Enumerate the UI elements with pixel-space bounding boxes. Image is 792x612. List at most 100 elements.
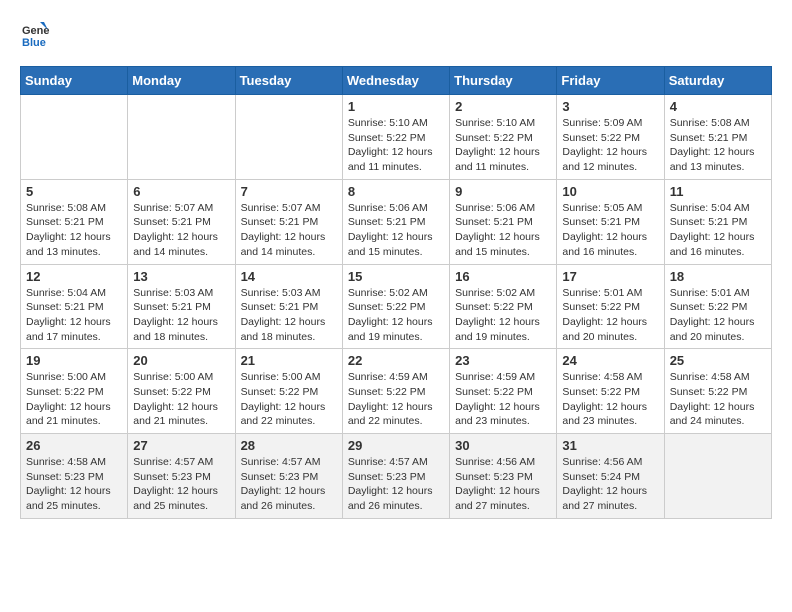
calendar-week-row: 26Sunrise: 4:58 AMSunset: 5:23 PMDayligh… [21, 434, 772, 519]
calendar-cell: 24Sunrise: 4:58 AMSunset: 5:22 PMDayligh… [557, 349, 664, 434]
day-info-line: Daylight: 12 hours [241, 230, 337, 245]
day-info-line: Daylight: 12 hours [455, 145, 551, 160]
day-number: 25 [670, 353, 766, 368]
day-info: Sunrise: 5:04 AMSunset: 5:21 PMDaylight:… [26, 286, 122, 345]
day-info-line: Daylight: 12 hours [26, 315, 122, 330]
day-number: 17 [562, 269, 658, 284]
day-info-line: and 27 minutes. [562, 499, 658, 514]
day-info-line: Daylight: 12 hours [455, 400, 551, 415]
day-info-line: and 13 minutes. [26, 245, 122, 260]
day-info-line: Sunset: 5:23 PM [455, 470, 551, 485]
weekday-wednesday: Wednesday [342, 67, 449, 95]
day-info-line: Sunrise: 5:00 AM [26, 370, 122, 385]
day-info: Sunrise: 5:08 AMSunset: 5:21 PMDaylight:… [670, 116, 766, 175]
day-info: Sunrise: 4:57 AMSunset: 5:23 PMDaylight:… [348, 455, 444, 514]
day-info-line: and 16 minutes. [562, 245, 658, 260]
day-number: 27 [133, 438, 229, 453]
day-info-line: Sunset: 5:21 PM [26, 215, 122, 230]
day-info-line: Sunset: 5:22 PM [455, 131, 551, 146]
day-info-line: Sunrise: 5:09 AM [562, 116, 658, 131]
calendar-body: 1Sunrise: 5:10 AMSunset: 5:22 PMDaylight… [21, 95, 772, 519]
day-info: Sunrise: 4:57 AMSunset: 5:23 PMDaylight:… [241, 455, 337, 514]
day-info: Sunrise: 5:05 AMSunset: 5:21 PMDaylight:… [562, 201, 658, 260]
day-number: 20 [133, 353, 229, 368]
day-info-line: Sunrise: 5:02 AM [348, 286, 444, 301]
day-info-line: and 18 minutes. [133, 330, 229, 345]
day-number: 29 [348, 438, 444, 453]
day-info-line: Daylight: 12 hours [670, 230, 766, 245]
day-info-line: Sunrise: 5:05 AM [562, 201, 658, 216]
calendar-cell: 23 Sunrise: 4:59 AMSunset: 5:22 PMDayligh… [450, 349, 557, 434]
day-info-line: and 19 minutes. [348, 330, 444, 345]
day-number: 16 [455, 269, 551, 284]
calendar-cell [235, 95, 342, 180]
day-info-line: Sunset: 5:21 PM [241, 300, 337, 315]
logo: General Blue [20, 20, 56, 50]
day-number: 9 [455, 184, 551, 199]
day-info-line: Daylight: 12 hours [348, 145, 444, 160]
weekday-header-row: SundayMondayTuesdayWednesdayThursdayFrid… [21, 67, 772, 95]
day-info: Sunrise: 5:00 AMSunset: 5:22 PMDaylight:… [241, 370, 337, 429]
day-info-line: and 19 minutes. [455, 330, 551, 345]
day-info-line: Sunrise: 4:56 AM [562, 455, 658, 470]
day-info: Sunrise: 5:02 AMSunset: 5:22 PMDaylight:… [455, 286, 551, 345]
calendar-cell [664, 434, 771, 519]
day-number: 12 [26, 269, 122, 284]
day-info-line: Sunset: 5:23 PM [348, 470, 444, 485]
day-number: 1 [348, 99, 444, 114]
day-info-line: and 25 minutes. [26, 499, 122, 514]
day-info-line: Sunrise: 5:10 AM [455, 116, 551, 131]
calendar-cell [128, 95, 235, 180]
day-info-line: and 22 minutes. [241, 414, 337, 429]
day-info-line: Daylight: 12 hours [670, 315, 766, 330]
day-number: 7 [241, 184, 337, 199]
calendar-cell: 31Sunrise: 4:56 AMSunset: 5:24 PMDayligh… [557, 434, 664, 519]
day-info-line: Sunset: 5:22 PM [455, 300, 551, 315]
day-info-line: Sunrise: 5:06 AM [348, 201, 444, 216]
calendar-cell: 26Sunrise: 4:58 AMSunset: 5:23 PMDayligh… [21, 434, 128, 519]
day-info-line: and 11 minutes. [455, 160, 551, 175]
day-number: 15 [348, 269, 444, 284]
day-info: Sunrise: 4:56 AMSunset: 5:24 PMDaylight:… [562, 455, 658, 514]
day-number: 13 [133, 269, 229, 284]
day-info: Sunrise: 4:56 AMSunset: 5:23 PMDaylight:… [455, 455, 551, 514]
day-info-line: Daylight: 12 hours [26, 484, 122, 499]
day-info-line: Sunset: 5:22 PM [133, 385, 229, 400]
day-info-line: Sunrise: 5:10 AM [348, 116, 444, 131]
day-info-line: Daylight: 12 hours [241, 484, 337, 499]
day-info-line: Daylight: 12 hours [670, 400, 766, 415]
day-info-line: and 20 minutes. [670, 330, 766, 345]
day-info-line: Sunset: 5:21 PM [133, 215, 229, 230]
day-info-line: and 14 minutes. [241, 245, 337, 260]
calendar-cell: 6Sunrise: 5:07 AMSunset: 5:21 PMDaylight… [128, 179, 235, 264]
day-info-line: Sunset: 5:22 PM [348, 385, 444, 400]
calendar-cell: 17Sunrise: 5:01 AMSunset: 5:22 PMDayligh… [557, 264, 664, 349]
day-info-line: Sunset: 5:21 PM [26, 300, 122, 315]
day-info-line: and 25 minutes. [133, 499, 229, 514]
day-info-line: Sunset: 5:23 PM [133, 470, 229, 485]
day-info-line: and 15 minutes. [455, 245, 551, 260]
calendar-cell: 11Sunrise: 5:04 AMSunset: 5:21 PMDayligh… [664, 179, 771, 264]
day-info-line: Sunrise: 4:59 AM [455, 370, 551, 385]
day-info-line: Sunrise: 5:07 AM [133, 201, 229, 216]
day-number: 5 [26, 184, 122, 199]
day-info-line: Sunrise: 5:04 AM [670, 201, 766, 216]
day-info: Sunrise: 4:59 AMSunset: 5:22 PMDaylight:… [455, 370, 551, 429]
calendar-cell [21, 95, 128, 180]
day-info-line: Daylight: 12 hours [562, 145, 658, 160]
logo-icon: General Blue [20, 20, 50, 50]
weekday-thursday: Thursday [450, 67, 557, 95]
day-info-line: Sunset: 5:22 PM [241, 385, 337, 400]
day-info-line: Sunset: 5:22 PM [670, 385, 766, 400]
day-number: 23 [455, 353, 551, 368]
day-info-line: Sunset: 5:21 PM [455, 215, 551, 230]
day-info-line: and 13 minutes. [670, 160, 766, 175]
day-info-line: Sunset: 5:21 PM [241, 215, 337, 230]
day-info-line: Daylight: 12 hours [348, 315, 444, 330]
day-info-line: Sunrise: 4:57 AM [133, 455, 229, 470]
day-info: Sunrise: 5:00 AMSunset: 5:22 PMDaylight:… [133, 370, 229, 429]
day-info: Sunrise: 4:58 AMSunset: 5:23 PMDaylight:… [26, 455, 122, 514]
day-info: Sunrise: 4:58 AMSunset: 5:22 PMDaylight:… [670, 370, 766, 429]
calendar-cell: 10 Sunrise: 5:05 AMSunset: 5:21 PMDayligh… [557, 179, 664, 264]
day-number: 10 [562, 184, 658, 199]
